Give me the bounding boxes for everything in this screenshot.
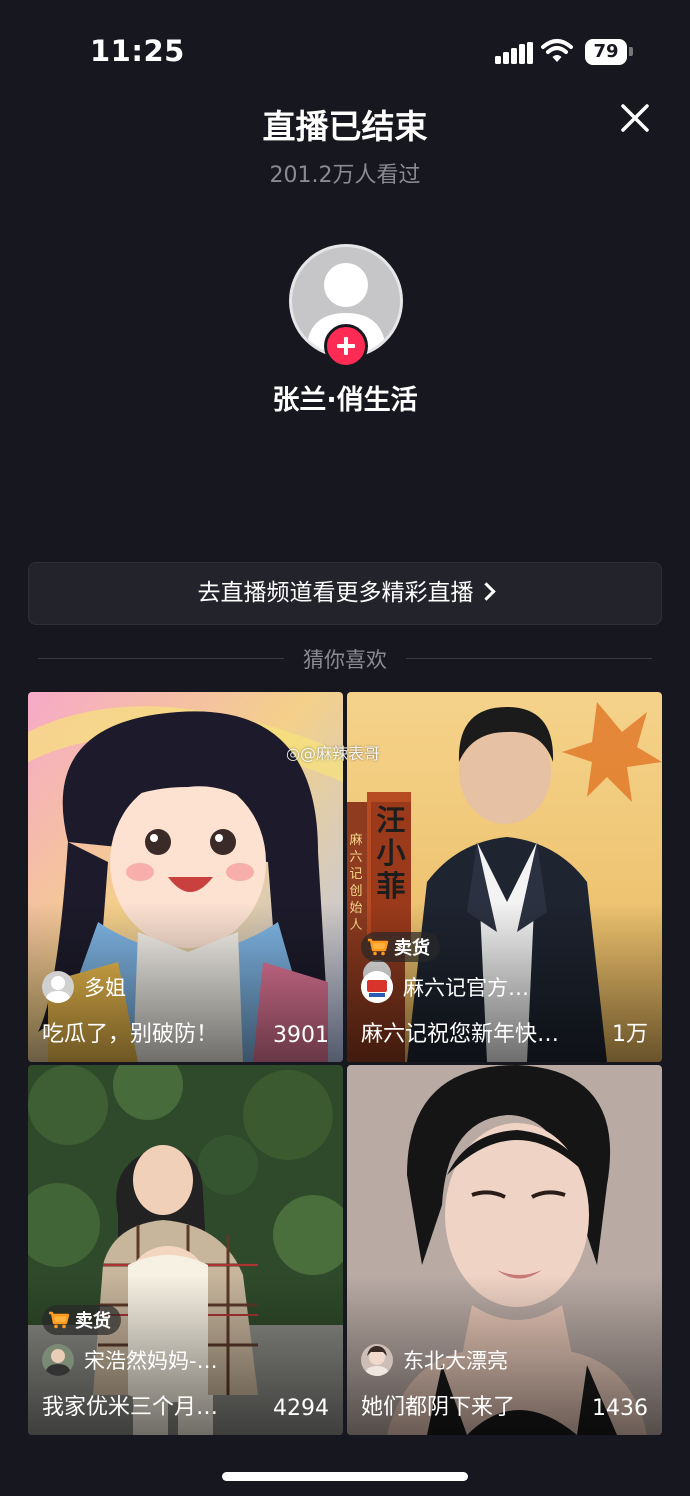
home-indicator[interactable] <box>222 1472 468 1481</box>
card-viewer-count: 4294 <box>273 1396 329 1421</box>
author-name: 东北大漂亮 <box>403 1349 508 1373</box>
chevron-right-icon <box>476 582 496 601</box>
wifi-icon <box>541 39 573 62</box>
card-title: 吃瓜了，别破防！ <box>42 1022 219 1047</box>
author-avatar <box>42 971 74 1003</box>
recommend-heading: 猜你喜欢 <box>303 648 387 672</box>
follow-plus-button[interactable] <box>324 324 368 368</box>
card-title: 麻六记祝您新年快… <box>361 1022 560 1047</box>
card-author: 多姐 <box>42 970 126 1004</box>
battery-nub <box>629 47 633 56</box>
card-viewer-count: 1436 <box>592 1396 648 1421</box>
divider-right <box>406 658 652 659</box>
card-title: 我家优米三个月… <box>42 1395 219 1420</box>
live-card[interactable]: 汪小菲 麻六记创始人 卖货 麻六记官方… 麻六记祝您新年快… 1万 <box>347 692 662 1062</box>
card-author: 麻六记官方… <box>361 970 529 1004</box>
author-avatar <box>361 971 393 1003</box>
author-name: 多姐 <box>84 976 126 1000</box>
page-title: 直播已结束 <box>262 107 428 146</box>
sell-badge: 卖货 <box>361 932 440 962</box>
card-title: 她们都阴下来了 <box>361 1395 516 1420</box>
card-author: 宋浩然妈妈-… <box>42 1343 218 1377</box>
card-viewer-count: 3901 <box>273 1023 329 1048</box>
sell-badge-label: 卖货 <box>394 938 430 959</box>
close-icon[interactable] <box>617 100 653 136</box>
sell-badge-label: 卖货 <box>75 1311 111 1332</box>
live-channel-button[interactable]: 去直播频道看更多精彩直播 <box>28 562 662 625</box>
battery-indicator: 79 <box>585 39 627 65</box>
viewer-count: 201.2万人看过 <box>269 163 421 188</box>
host-name: 张兰·俏生活 <box>272 385 418 416</box>
author-name: 宋浩然妈妈-… <box>84 1349 218 1373</box>
sell-badge: 卖货 <box>42 1305 121 1335</box>
card-viewer-count: 1万 <box>612 1022 648 1047</box>
status-time: 11:25 <box>90 34 185 68</box>
live-card[interactable]: 东北大漂亮 她们都阴下来了 1436 <box>347 1065 662 1435</box>
cart-icon <box>49 1311 70 1329</box>
poster-name: 汪小菲 <box>376 803 406 903</box>
cart-icon <box>368 938 389 956</box>
author-name: 麻六记官方… <box>403 976 529 1000</box>
author-avatar <box>361 1344 393 1376</box>
live-ended-screen: 11:25 79 直播已结束 201.2万人看过 张兰·俏生活 去直播频道看更多… <box>0 0 690 1496</box>
live-channel-label: 去直播频道看更多精彩直播 <box>197 580 474 606</box>
card-author: 东北大漂亮 <box>361 1343 508 1377</box>
author-avatar <box>42 1344 74 1376</box>
weibo-icon: ◎ <box>286 744 300 763</box>
cellular-signal-icon <box>495 42 533 64</box>
weibo-watermark: ◎@麻辣表哥 <box>286 744 380 763</box>
live-card[interactable]: 卖货 宋浩然妈妈-… 我家优米三个月… 4294 <box>28 1065 343 1435</box>
